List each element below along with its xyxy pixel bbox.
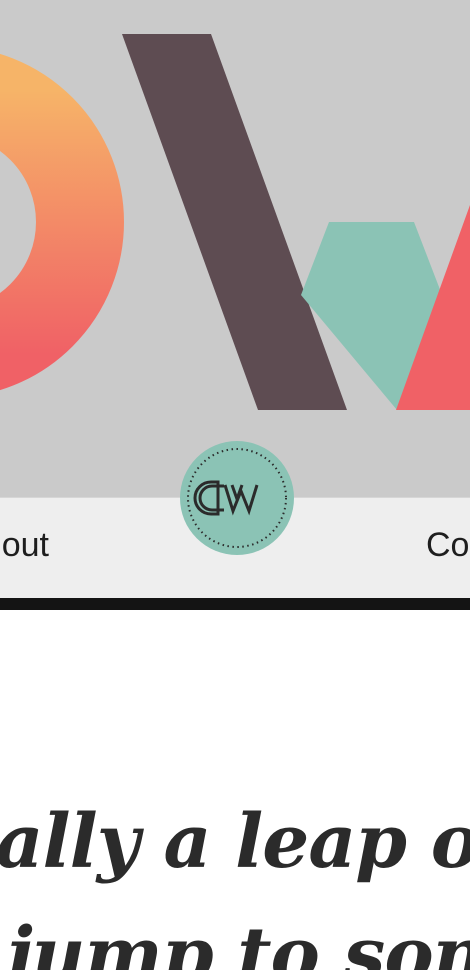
hero-w-stroke-dark (122, 34, 347, 410)
hero-banner (0, 0, 470, 497)
page: out Co DW eally a leap of ou jump to som (0, 0, 470, 970)
logo-badge[interactable]: DW (180, 441, 294, 555)
hero-artwork (0, 34, 470, 410)
hero-o-ring (0, 53, 124, 391)
nav-link-contact[interactable]: Co (426, 525, 469, 565)
quote-line-1: eally a leap of (0, 799, 470, 885)
nav-link-about[interactable]: out (2, 525, 49, 565)
nav-divider (0, 598, 470, 610)
dw-logo-icon (187, 448, 287, 548)
quote-line-2: ou jump to som (0, 912, 470, 970)
